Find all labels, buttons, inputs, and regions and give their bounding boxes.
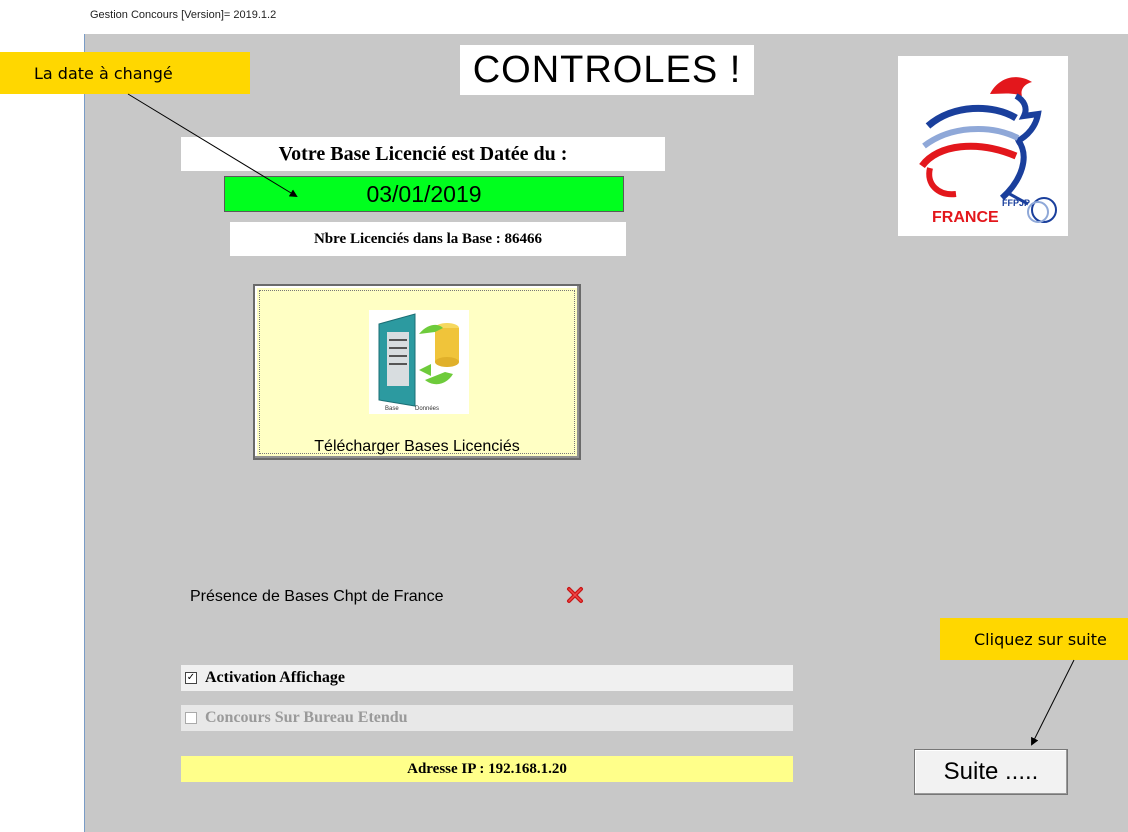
- annotation-arrows: [127, 93, 1075, 746]
- arrow-to-date: [127, 93, 298, 198]
- arrow-to-suite: [1031, 659, 1075, 746]
